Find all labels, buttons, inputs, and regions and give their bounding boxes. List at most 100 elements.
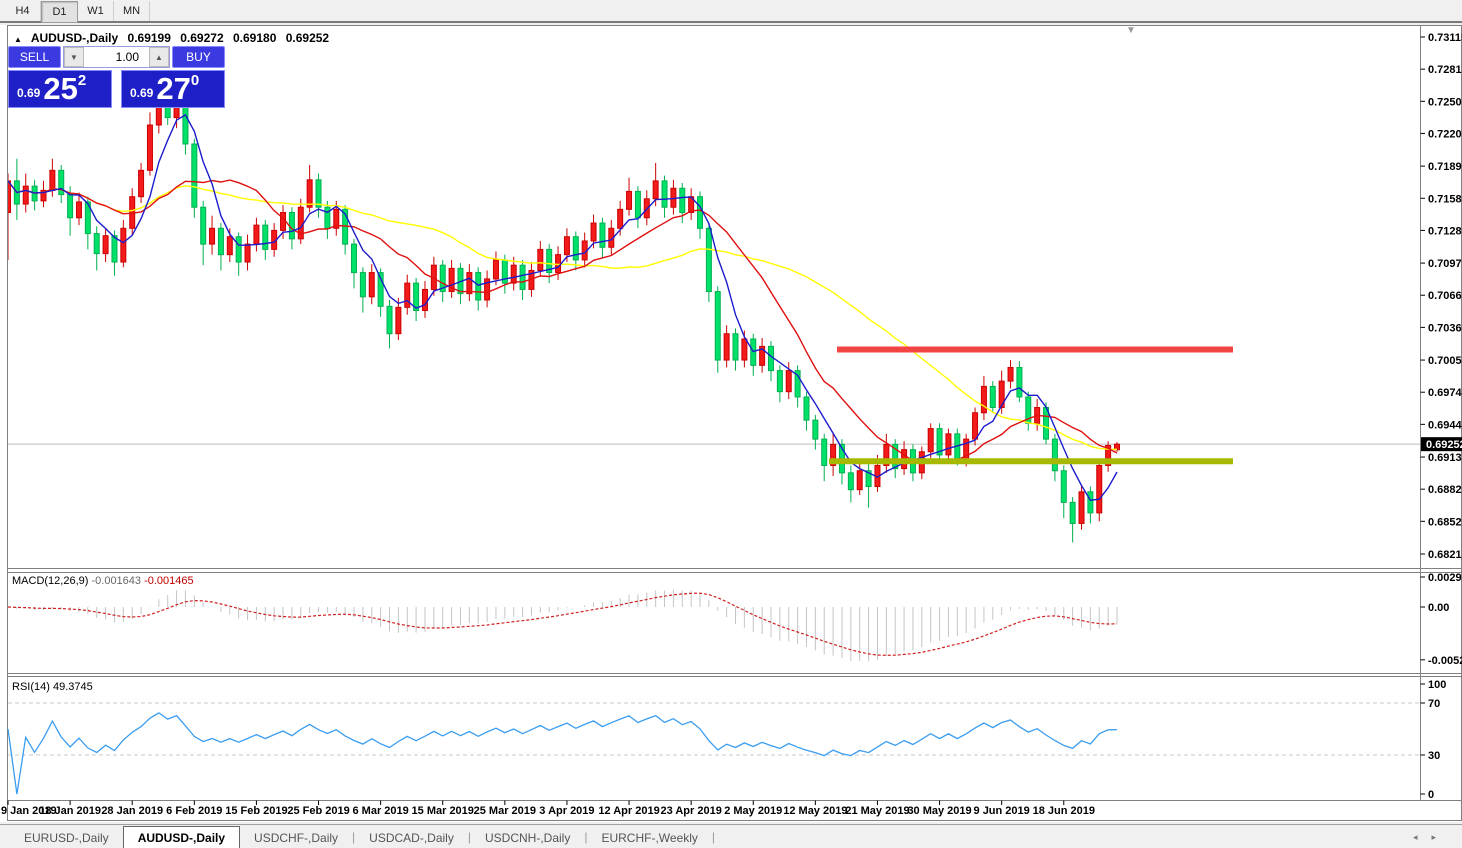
candle-body [786,371,791,392]
candle-body [147,125,152,170]
volume-down-icon[interactable]: ▼ [64,47,84,67]
chart-tab-eurusd[interactable]: EURUSD-,Daily [10,827,123,848]
date-axis-label: 6 Mar 2019 [352,805,408,817]
macd-axis-label: 0.002984 [1428,572,1462,584]
candle-body [618,209,623,228]
chart-tab-usdcnh[interactable]: USDCNH-,Daily [471,827,584,848]
timeframe-toolbar: H4D1W1MN [0,0,1462,23]
candle-body [68,195,73,218]
candle-body [1079,492,1084,524]
chart-window[interactable]: 0.731150.728100.725050.722000.718900.715… [0,25,1462,822]
candle-body [662,181,667,207]
buy-button[interactable]: BUY [172,46,225,68]
volume-up-icon[interactable]: ▲ [149,47,169,67]
price-axis-label: 0.71890 [1428,161,1462,173]
macd-axis-label: -0.005256 [1428,655,1462,667]
candles-layer [6,70,1120,542]
buy-price-sup: 0 [191,72,199,89]
candle-body [121,228,126,262]
candle-body [973,413,978,439]
date-axis-label: 12 Apr 2019 [598,805,659,817]
sell-button[interactable]: SELL [8,46,61,68]
price-axis-label: 0.72505 [1428,96,1462,108]
price-axis-label: 0.71280 [1428,225,1462,237]
candle-body [210,228,215,244]
price-axis-label: 0.70970 [1428,258,1462,270]
candle-body [928,429,933,452]
candle-body [1061,471,1066,503]
candle-body [777,371,782,392]
date-axis-label: 18 Jan 2019 [39,805,101,817]
macd-axis-label: 0.00 [1428,602,1449,614]
date-axis-label: 18 Jun 2019 [1033,805,1095,817]
candle-body [591,223,596,241]
volume-stepper: ▼ ▲ [63,46,170,68]
tab-scroll-arrows[interactable]: ◂▸ [1413,832,1450,843]
chart-tab-eurchf[interactable]: EURCHF-,Weekly [587,827,711,848]
candle-body [556,255,561,273]
candle-body [600,223,605,247]
candle-body [848,473,853,490]
chart-tab-audusd[interactable]: AUDUSD-,Daily [123,826,240,848]
candle-body [50,170,55,190]
rsi-axis-label: 0 [1428,789,1434,801]
candle-body [981,386,986,412]
candle-body [724,334,729,360]
candle-body [733,334,738,360]
candle-body [192,144,197,207]
date-axis-label: 15 Mar 2019 [412,805,474,817]
rsi-axis-label: 100 [1428,679,1446,691]
candle-body [804,397,809,420]
rsi-pane[interactable]: 10070300RSI(14) 49.3745 [8,679,1446,801]
price-axis[interactable]: 0.731150.728100.725050.722000.718900.715… [1421,32,1462,561]
ohlc-open: 0.69199 [128,31,171,45]
timeframe-button-w1[interactable]: W1 [78,1,114,21]
chart-title: ▲ AUDUSD-,Daily 0.69199 0.69272 0.69180 … [14,31,335,45]
chart-tab-usdcad[interactable]: USDCAD-,Daily [355,827,468,848]
candle-body [990,386,995,407]
macd-pane[interactable]: 0.0029840.00-0.005256MACD(12,26,9) -0.00… [8,572,1462,667]
candle-body [1070,502,1075,523]
sell-price-small: 0.69 [17,86,40,100]
chart-tab-usdchf[interactable]: USDCHF-,Daily [240,827,352,848]
candle-body [680,188,685,212]
date-axis-label: 6 Feb 2019 [166,805,222,817]
candle-body [573,237,578,260]
chart-shift-icon[interactable]: ▼ [1126,25,1136,36]
date-axis-label: 15 Feb 2019 [225,805,287,817]
timeframe-button-d1[interactable]: D1 [41,1,78,23]
buy-price-box[interactable]: 0.69 27 0 [121,70,225,108]
sell-price-box[interactable]: 0.69 25 2 [8,70,112,108]
price-axis-label: 0.70665 [1428,290,1462,302]
price-axis-label: 0.70050 [1428,355,1462,367]
price-axis-label: 0.68210 [1428,549,1462,561]
tab-scroll-right-icon[interactable]: ▸ [1431,832,1450,842]
ma-red-line [8,180,1117,463]
candle-body [422,289,427,310]
price-axis-label: 0.68520 [1428,516,1462,528]
tab-scroll-left-icon[interactable]: ◂ [1413,832,1432,842]
candle-body [316,180,321,207]
timeframe-button-mn[interactable]: MN [114,1,150,21]
candle-body [139,170,144,196]
ohlc-close: 0.69252 [286,31,329,45]
timeframe-button-h4[interactable]: H4 [5,1,41,21]
candle-body [6,181,11,213]
price-axis-label: 0.69745 [1428,387,1462,399]
price-axis-label: 0.71585 [1428,193,1462,205]
date-axis-label: 21 May 2019 [845,805,909,817]
candle-body [360,273,365,297]
date-axis-label: 30 May 2019 [907,805,971,817]
volume-input[interactable] [84,47,149,67]
current-price-label: 0.69252 [1426,439,1462,451]
date-axis-label: 28 Jan 2019 [101,805,163,817]
date-axis-label: 12 May 2019 [783,805,847,817]
chart-tab-bar: EURUSD-,DailyAUDUSD-,DailyUSDCHF-,Daily|… [0,824,1462,848]
candle-body [405,283,410,307]
date-axis[interactable]: 9 Jan 201918 Jan 201928 Jan 20196 Feb 20… [1,801,1095,818]
date-axis-label: 25 Mar 2019 [474,805,536,817]
chart-canvas[interactable]: 0.731150.728100.725050.722000.718900.715… [0,25,1462,822]
price-axis-label: 0.69130 [1428,452,1462,464]
ma-yellow-line [8,181,1117,449]
candle-body [76,202,81,218]
